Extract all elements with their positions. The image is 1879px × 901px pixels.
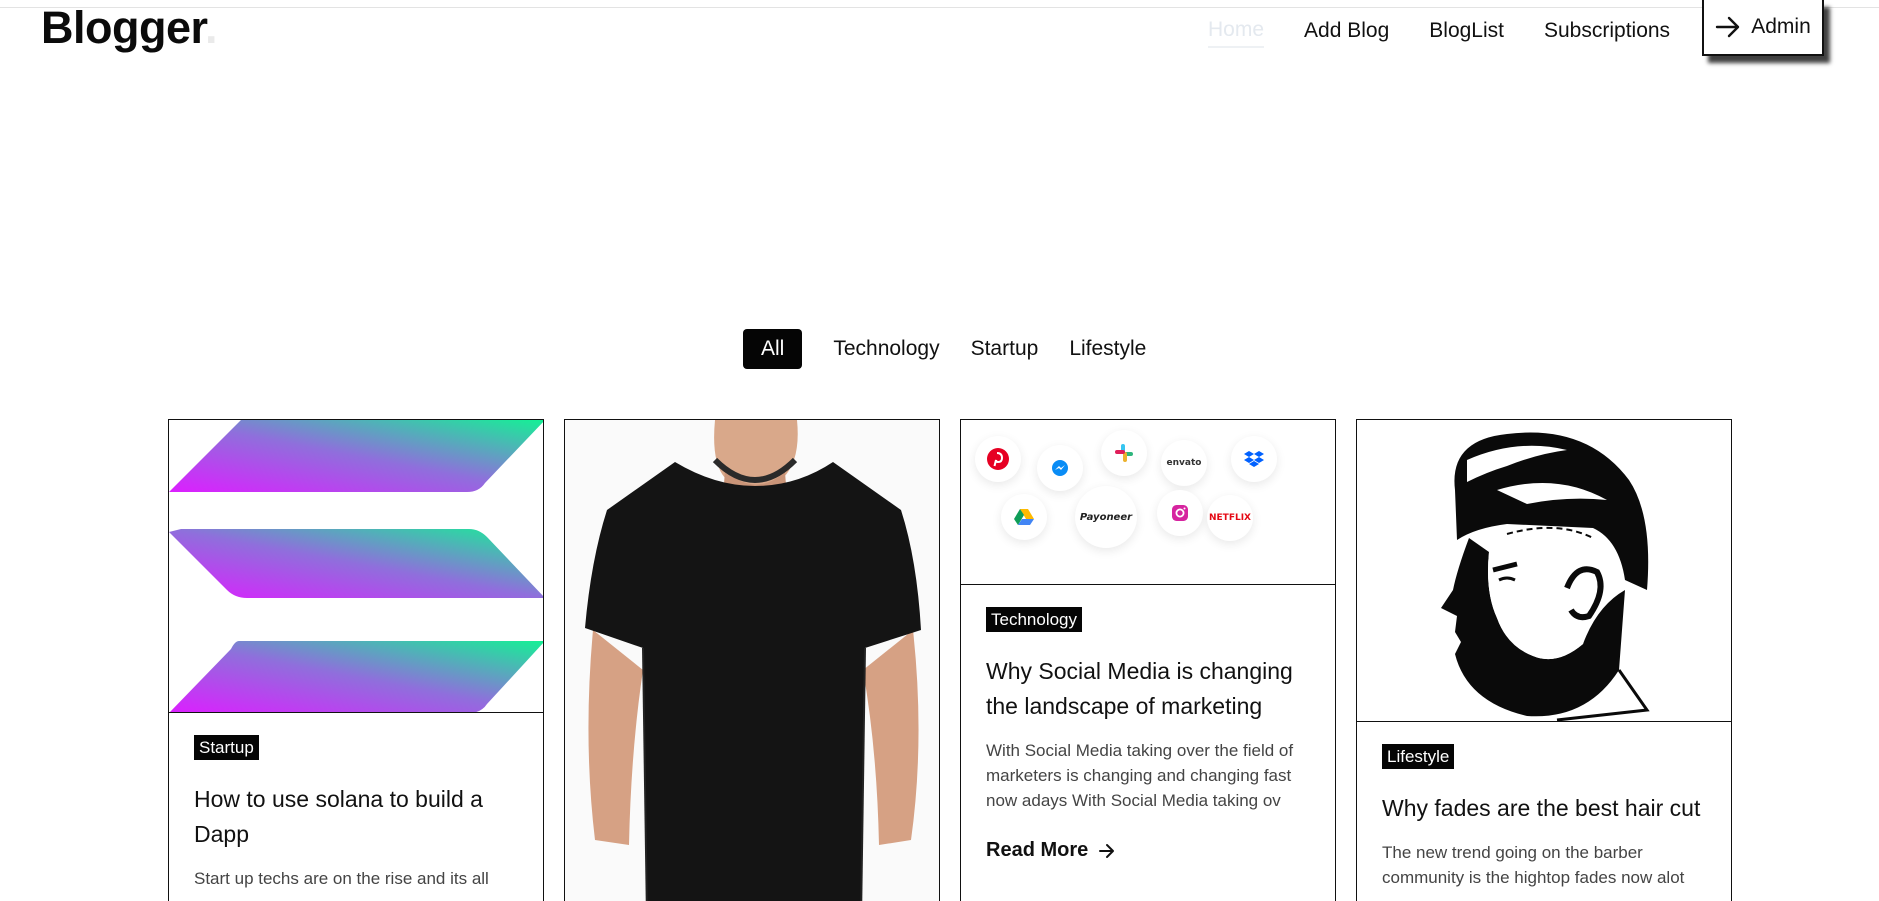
arrow-right-icon [1716,16,1740,38]
filter-technology[interactable]: Technology [820,329,952,369]
card-image-solana-logo [169,420,543,713]
blog-card[interactable]: envato Payoneer NETFLIX Technology Why S… [960,419,1336,901]
read-more-label: Read More [986,839,1089,861]
card-excerpt: The new trend going on the barber commun… [1382,843,1685,887]
slack-icon [1101,430,1147,476]
nav-home-link[interactable]: Home [1208,17,1265,48]
card-title[interactable]: How to use solana to build a Dapp [194,782,518,852]
blog-card[interactable]: Lifestyle Why fades are the best hair cu… [1356,419,1732,901]
dropbox-icon [1231,436,1277,482]
nav-add-blog-link[interactable]: Add Blog [1304,18,1389,44]
category-tag: Technology [986,607,1083,632]
nav-subscriptions-link[interactable]: Subscriptions [1544,18,1670,44]
filter-all[interactable]: All [743,329,803,369]
netflix-icon: NETFLIX [1207,495,1253,541]
main-nav: Home Add Blog BlogList Subscriptions [1208,14,1710,48]
card-image-tshirt-photo [565,420,939,901]
admin-button[interactable]: Admin [1702,0,1824,56]
payoneer-icon: Payoneer [1075,486,1137,548]
pinterest-icon [975,436,1021,482]
category-filters: All Technology Startup Lifestyle [743,329,1164,369]
blog-card[interactable]: Startup How to use solana to build a Dap… [168,419,544,901]
site-logo[interactable]: Blogger. [41,4,218,52]
card-image-fade-haircut [1357,420,1731,722]
card-excerpt: With Social Media taking over the field … [986,741,1294,810]
card-image-app-logos: envato Payoneer NETFLIX [961,420,1335,585]
category-tag: Startup [194,735,259,760]
category-tag: Lifestyle [1382,744,1455,769]
card-title[interactable]: Why fades are the best hair cut [1382,791,1706,826]
filter-startup[interactable]: Startup [958,329,1052,369]
admin-button-label: Admin [1751,15,1811,38]
google-drive-icon [1001,494,1047,540]
card-excerpt: Start up techs are on the rise and its a… [194,869,489,888]
messenger-icon [1037,445,1083,491]
instagram-icon [1157,490,1203,536]
envato-icon: envato [1161,440,1207,486]
nav-bloglist-link[interactable]: BlogList [1429,18,1504,44]
top-divider [0,7,1879,8]
card-title[interactable]: Why Social Media is changing the landsca… [986,654,1310,724]
filter-lifestyle[interactable]: Lifestyle [1056,329,1159,369]
read-more-link[interactable]: Read More [986,839,1310,862]
arrow-right-icon [1099,843,1115,858]
blog-card[interactable] [564,419,940,901]
